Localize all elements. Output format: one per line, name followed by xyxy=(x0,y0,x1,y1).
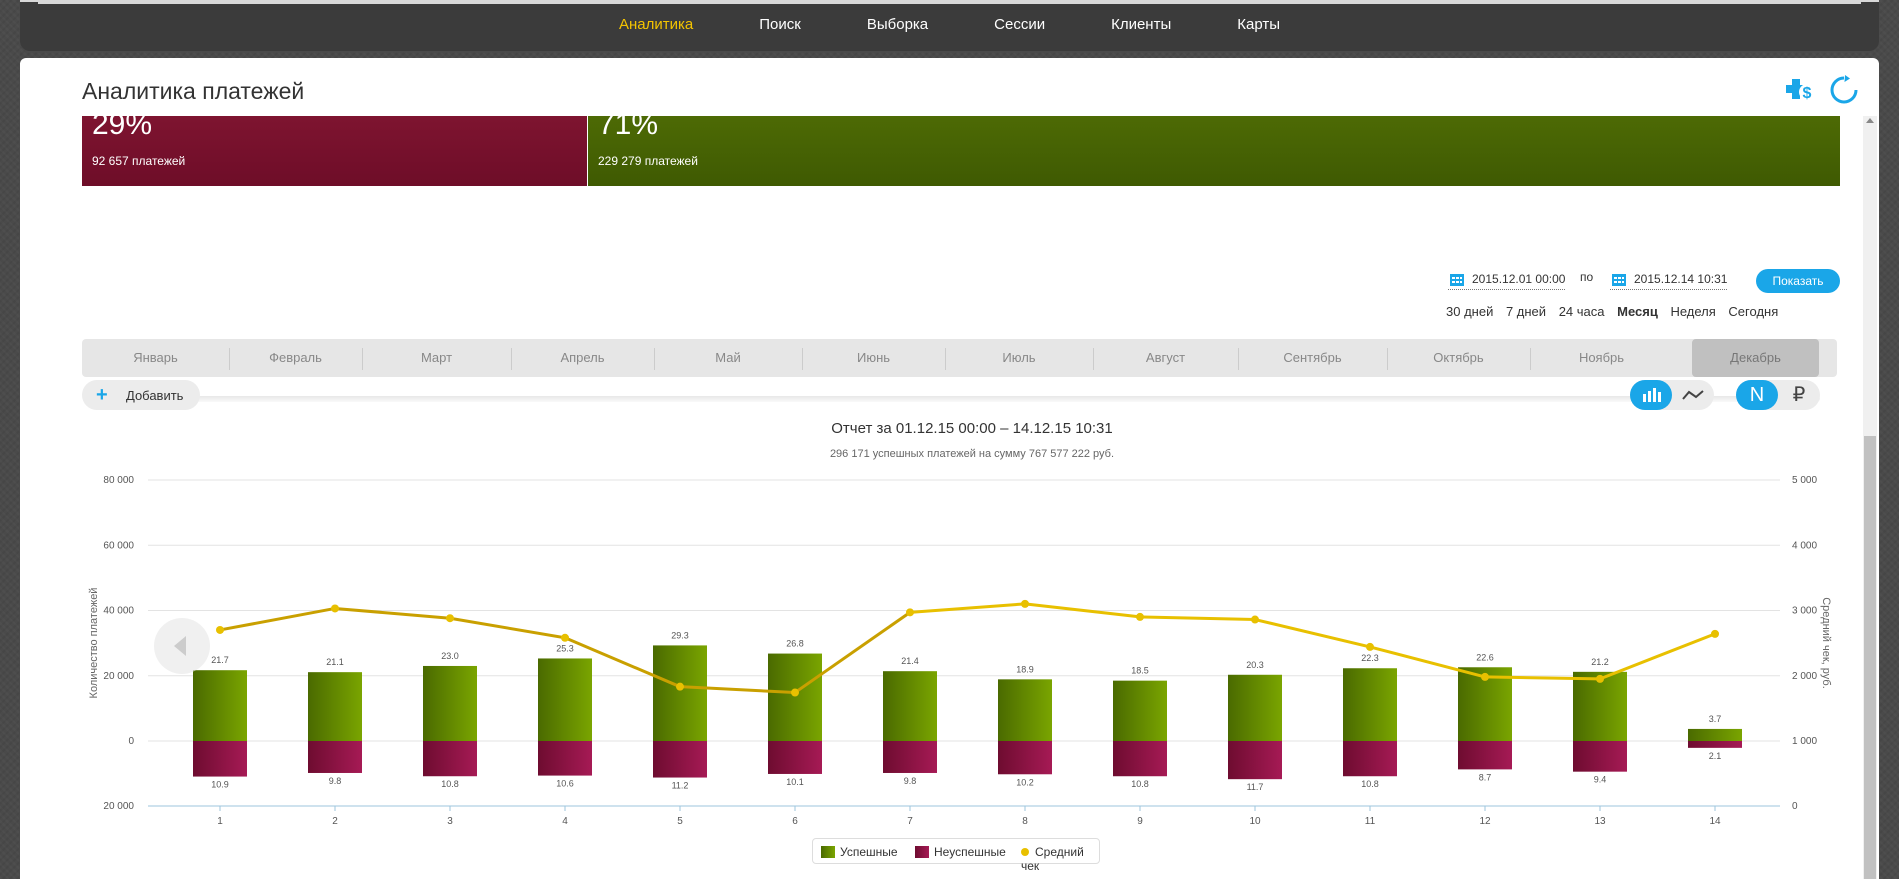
failed-count: 92 657 платежей xyxy=(92,154,186,168)
bar-chart-toggle[interactable] xyxy=(1630,380,1672,410)
month-june[interactable]: Июнь xyxy=(802,339,945,377)
failed-percent: 29% xyxy=(92,116,153,141)
month-may[interactable]: Май xyxy=(654,339,802,377)
month-april[interactable]: Апрель xyxy=(511,339,654,377)
month-july[interactable]: Июль xyxy=(945,339,1093,377)
scrollbar-thumb[interactable] xyxy=(1864,436,1876,879)
add-payment-icon[interactable]: $ xyxy=(1784,74,1816,106)
page-title: Аналитика платежей xyxy=(82,78,305,104)
section-divider xyxy=(100,396,1820,402)
rouble-toggle[interactable]: ₽ xyxy=(1778,380,1820,410)
date-separator: по xyxy=(1580,270,1594,284)
date-to-value: 2015.12.14 10:31 xyxy=(1634,272,1728,286)
bar-chart-icon xyxy=(1643,388,1661,402)
month-august[interactable]: Август xyxy=(1093,339,1238,377)
refresh-icon[interactable] xyxy=(1828,74,1860,106)
legend-avg-check[interactable]: Средний чек xyxy=(1021,845,1099,873)
nav-item-search[interactable]: Поиск xyxy=(759,16,801,33)
period-week[interactable]: Неделя xyxy=(1670,304,1715,319)
count-toggle[interactable]: N xyxy=(1736,380,1778,410)
success-count: 229 279 платежей xyxy=(598,154,698,168)
add-button[interactable]: + Добавить xyxy=(82,380,200,410)
main-panel: Аналитика платежей $ 29% 92 657 платежей… xyxy=(20,58,1879,879)
legend-success-label: Успешные xyxy=(840,845,898,859)
top-navigation: Аналитика Поиск Выборка Сессии Клиенты К… xyxy=(20,0,1879,52)
period-24-hours[interactable]: 24 часа xyxy=(1559,304,1605,319)
line-chart-toggle[interactable] xyxy=(1672,380,1714,410)
nav-item-clients[interactable]: Клиенты xyxy=(1111,16,1171,33)
success-percent: 71% xyxy=(598,116,659,141)
month-december[interactable]: Декабрь xyxy=(1692,339,1819,377)
legend-success[interactable]: Успешные xyxy=(821,845,898,859)
date-from-value: 2015.12.01 00:00 xyxy=(1472,272,1566,286)
chevron-left-icon xyxy=(174,636,186,656)
nav-item-analytics[interactable]: Аналитика xyxy=(619,16,693,33)
period-today[interactable]: Сегодня xyxy=(1728,304,1778,319)
page-scrollbar[interactable] xyxy=(1863,116,1877,879)
legend-avg-label: Средний чек xyxy=(1021,845,1084,873)
measure-toggle: N ₽ xyxy=(1736,380,1820,410)
show-button[interactable]: Показать xyxy=(1756,269,1840,293)
month-november[interactable]: Ноябрь xyxy=(1530,339,1673,377)
failed-summary-bar: 29% 92 657 платежей xyxy=(82,116,587,186)
legend-dot xyxy=(1021,848,1029,856)
date-to-field[interactable]: 2015.12.14 10:31 xyxy=(1610,272,1728,290)
nav-item-cards[interactable]: Карты xyxy=(1237,16,1280,33)
report-title: Отчет за 01.12.15 00:00 – 14.12.15 10:31 xyxy=(831,420,1113,437)
month-february[interactable]: Февраль xyxy=(229,339,362,377)
month-september[interactable]: Сентябрь xyxy=(1238,339,1387,377)
period-30-days[interactable]: 30 дней xyxy=(1446,304,1493,319)
report-subtitle: 296 171 успешных платежей на сумму 767 5… xyxy=(829,448,1115,460)
date-from-field[interactable]: 2015.12.01 00:00 xyxy=(1448,272,1566,290)
month-january[interactable]: Январь xyxy=(82,339,229,377)
calendar-icon xyxy=(1450,274,1464,286)
success-summary-bar: 71% 229 279 платежей xyxy=(588,116,1840,186)
month-march[interactable]: Март xyxy=(362,339,511,377)
chart-type-toggle xyxy=(1630,380,1714,410)
chart-prev-arrow[interactable] xyxy=(154,618,210,674)
month-october[interactable]: Октябрь xyxy=(1387,339,1530,377)
line-chart-icon xyxy=(1682,390,1704,400)
legend-swatch xyxy=(821,846,835,858)
nav-top-line xyxy=(38,2,1861,4)
legend-failed-label: Неуспешные xyxy=(934,845,1006,859)
nav-item-sessions[interactable]: Сессии xyxy=(994,16,1045,33)
scroll-up-arrow-icon[interactable] xyxy=(1866,118,1874,123)
nav-menu: Аналитика Поиск Выборка Сессии Клиенты К… xyxy=(20,16,1879,33)
add-button-label: Добавить xyxy=(126,388,184,403)
nav-item-selection[interactable]: Выборка xyxy=(867,16,928,33)
period-7-days[interactable]: 7 дней xyxy=(1506,304,1546,319)
chart-legend: Успешные Неуспешные Средний чек xyxy=(812,838,1100,873)
svg-text:$: $ xyxy=(1803,85,1812,102)
content-scroll-area: 29% 92 657 платежей 71% 229 279 платежей… xyxy=(82,116,1862,879)
calendar-icon xyxy=(1612,274,1626,286)
plus-icon: + xyxy=(96,384,108,406)
legend-failed[interactable]: Неуспешные xyxy=(915,845,1006,859)
month-selector: Январь Февраль Март Апрель Май Июнь Июль… xyxy=(82,339,1837,377)
period-shortcuts: 30 дней 7 дней 24 часа Месяц Неделя Сего… xyxy=(1446,304,1787,319)
legend-swatch xyxy=(915,846,929,858)
period-month[interactable]: Месяц xyxy=(1617,304,1658,319)
